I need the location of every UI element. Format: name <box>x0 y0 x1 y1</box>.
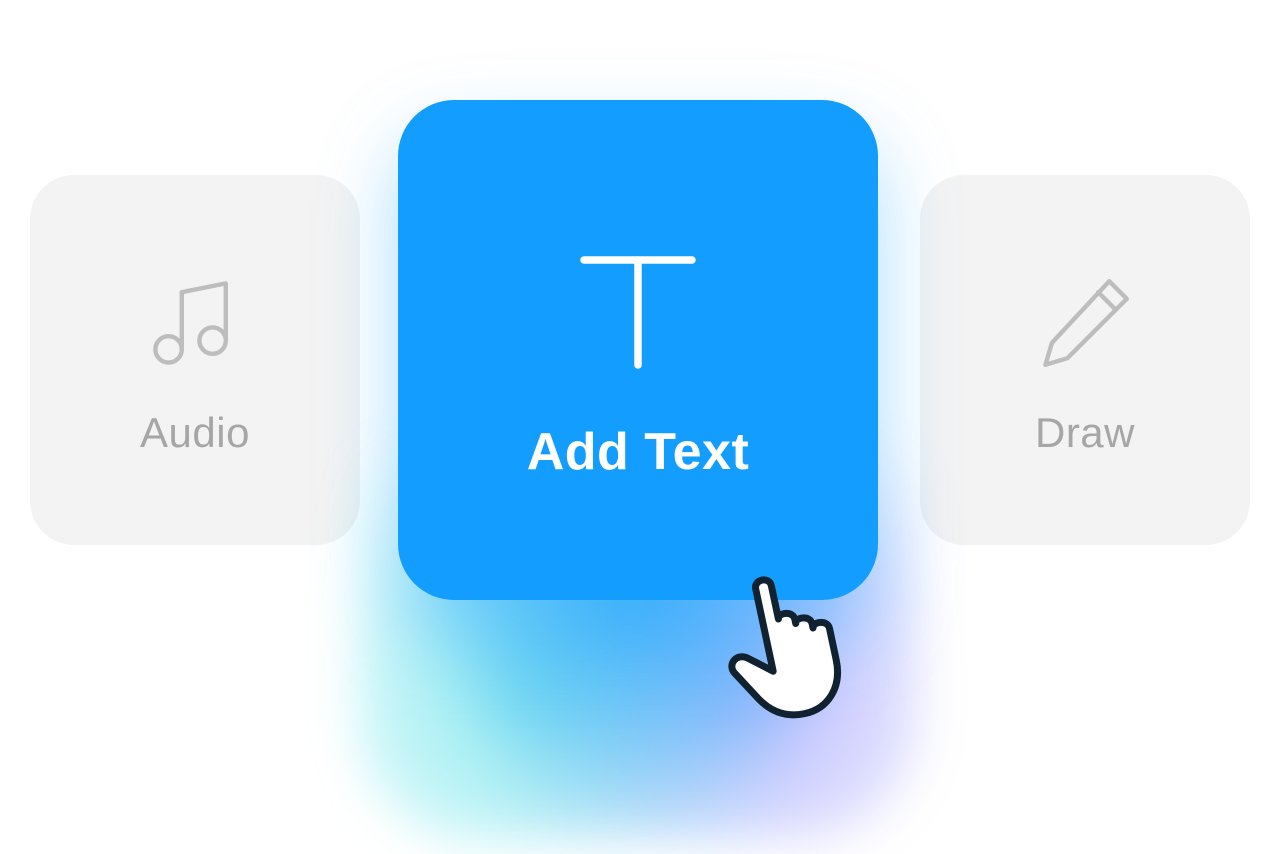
add-text-tile[interactable]: Add Text <box>398 100 878 600</box>
tool-tiles-stage: Audio Add Text Draw <box>0 0 1281 854</box>
draw-tile[interactable]: Draw <box>920 175 1250 545</box>
audio-tile-label: Audio <box>140 409 250 457</box>
music-note-icon <box>135 263 255 383</box>
text-t-icon <box>558 228 718 388</box>
add-text-tile-wrap: Add Text <box>388 50 888 750</box>
draw-tile-label: Draw <box>1035 409 1135 457</box>
audio-tile[interactable]: Audio <box>30 175 360 545</box>
add-text-tile-label: Add Text <box>527 422 750 482</box>
pencil-icon <box>1025 263 1145 383</box>
